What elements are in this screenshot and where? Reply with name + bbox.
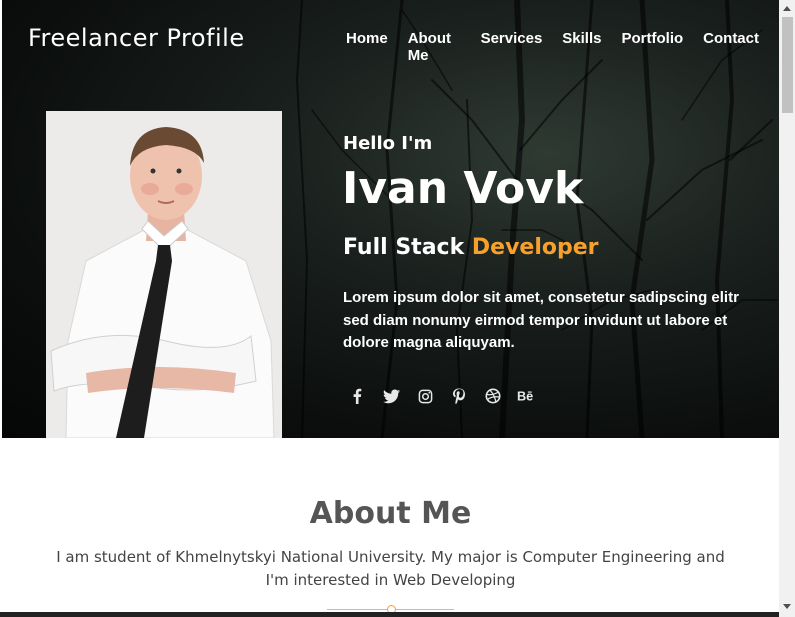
role-prefix: Full Stack [343, 235, 465, 260]
dribbble-icon[interactable] [483, 386, 503, 406]
vertical-scrollbar[interactable] [779, 0, 795, 617]
main-nav: Home About Me Services Skills Portfolio … [346, 30, 779, 64]
profile-photo [46, 111, 282, 438]
facebook-icon[interactable] [347, 386, 367, 406]
pinterest-icon[interactable] [449, 386, 469, 406]
window-bottom-edge [0, 612, 779, 617]
hero-greeting: Hello I'm [343, 133, 433, 154]
hero-role: Full Stack Developer [343, 235, 599, 260]
behance-icon[interactable]: Bē [517, 386, 537, 406]
about-title: About Me [309, 496, 472, 531]
site-logo[interactable]: Freelancer Profile [28, 24, 245, 52]
hero-section: Freelancer Profile Home About Me Service… [2, 0, 779, 438]
twitter-icon[interactable] [381, 386, 401, 406]
hero-description: Lorem ipsum dolor sit amet, consetetur s… [343, 289, 739, 351]
scroll-up-arrow-icon[interactable] [783, 6, 791, 11]
nav-skills[interactable]: Skills [562, 30, 601, 64]
svg-text:Bē: Bē [517, 389, 533, 403]
nav-about-me[interactable]: About Me [408, 30, 461, 64]
scrollbar-thumb[interactable] [782, 17, 793, 113]
role-highlight: Developer [471, 235, 599, 260]
nav-contact[interactable]: Contact [703, 30, 759, 64]
instagram-icon[interactable] [415, 386, 435, 406]
about-text: I am student of Khmelnytskyi National Un… [56, 548, 725, 589]
nav-portfolio[interactable]: Portfolio [622, 30, 684, 64]
nav-home[interactable]: Home [346, 30, 388, 64]
hero-name: Ivan Vovk [342, 163, 584, 214]
about-section: About Me I am student of Khmelnytskyi Na… [2, 438, 779, 617]
social-links: Bē [347, 386, 537, 406]
scroll-down-arrow-icon[interactable] [783, 604, 791, 609]
page: Freelancer Profile Home About Me Service… [0, 0, 795, 617]
nav-services[interactable]: Services [481, 30, 543, 64]
